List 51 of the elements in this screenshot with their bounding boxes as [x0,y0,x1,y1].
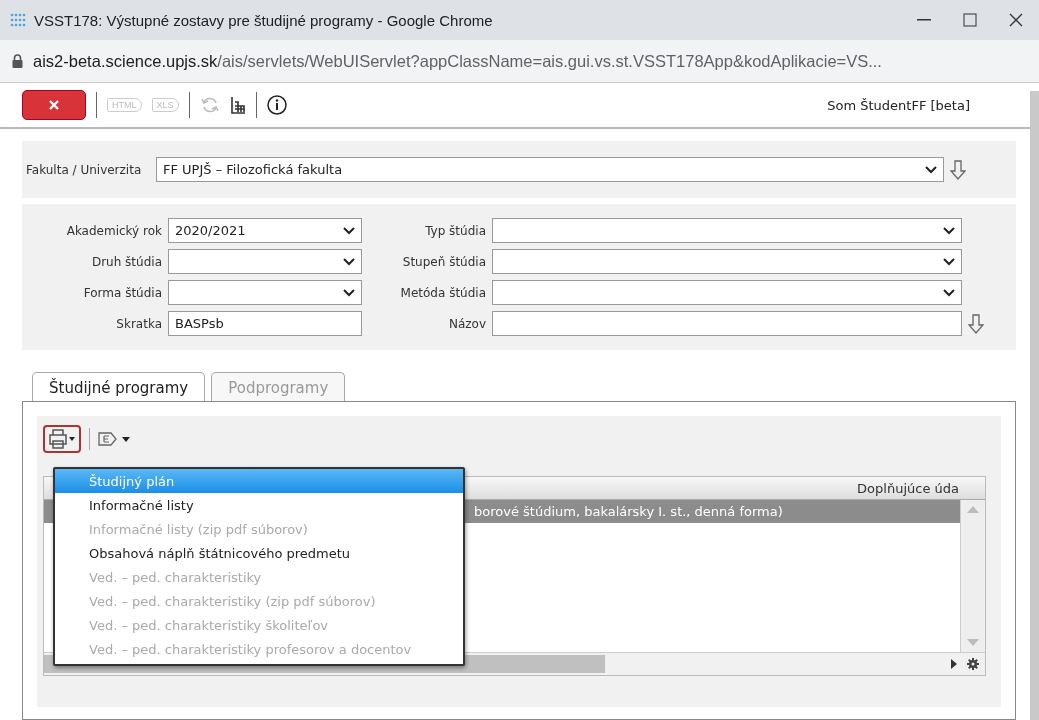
grid-icon[interactable] [229,96,246,114]
select-field[interactable] [492,218,962,243]
scrollbar[interactable] [1030,91,1039,720]
lock-icon [12,54,23,68]
column-header: Doplňujúce úda [857,480,959,496]
menu-item[interactable]: Obsahová náplň štátnicového predmetu [55,541,463,565]
select-field[interactable] [492,249,962,274]
print-menu-button[interactable] [43,425,81,453]
field-label: Skratka [115,316,162,331]
field-label: Typ štúdia [424,223,486,238]
input-field[interactable] [492,311,962,336]
menu-item[interactable]: Študijný plán [55,469,463,493]
scroll-down-icon[interactable] [967,639,979,646]
tab[interactable]: Študijné programy [32,372,206,402]
field-label: Stupeň štúdia [401,254,486,269]
chevron-down-icon [343,288,355,297]
maximize-icon [963,13,977,27]
refresh-icon[interactable] [199,95,220,115]
close-button[interactable] [22,90,86,120]
select-field[interactable]: 2020/2021 [168,218,362,243]
chevron-down-icon [925,165,937,174]
input-field[interactable]: BASPsb [168,311,362,336]
printer-icon [48,428,76,450]
close-icon [1009,13,1023,27]
tab[interactable]: Podprogramy [211,372,346,402]
settings-icon[interactable] [967,658,979,670]
scroll-right-icon[interactable] [951,659,957,669]
field-label: Akademický rok [65,223,162,238]
field-label: Forma štúdia [82,285,162,300]
minimize-icon [917,19,931,21]
field-label: Fakulta / Univerzita [26,162,143,177]
chevron-down-icon [943,257,955,266]
select-field[interactable] [168,280,362,305]
close-icon [49,100,59,110]
user-label: Som ŠtudentFF [beta] [827,97,970,113]
info-icon[interactable] [266,95,287,115]
field-label: Názov [447,316,486,331]
select-field[interactable] [492,280,962,305]
scroll-up-icon[interactable] [967,506,979,513]
chevron-down-icon [343,257,355,266]
window-title: VSST178: Výstupné zostavy pre študijné programy - Google Chrome [34,11,494,29]
select-field[interactable] [168,249,362,274]
chevron-down-icon [943,288,955,297]
app-logo-icon [10,12,26,28]
chevron-down-icon [943,226,955,235]
down-arrow-icon[interactable] [968,313,984,334]
field-label: Metóda štúdia [399,285,486,300]
chevron-down-icon [343,226,355,235]
select-field[interactable]: FF UPJŠ – Filozofická fakulta [156,157,944,182]
field-label: Druh štúdia [90,254,162,269]
down-arrow-icon[interactable] [950,159,966,180]
